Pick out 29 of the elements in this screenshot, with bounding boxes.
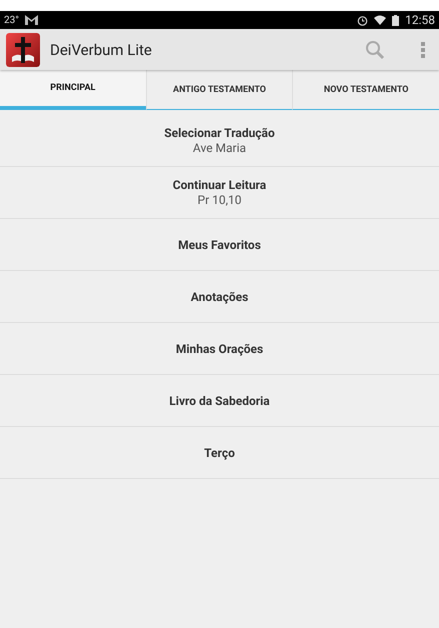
menu-item-subtitle: Pr 10,10 bbox=[198, 193, 242, 207]
menu-item-title: Continuar Leitura bbox=[172, 178, 266, 192]
menu-item[interactable]: Minhas Orações bbox=[0, 323, 439, 375]
temperature: 23° bbox=[4, 14, 19, 26]
mail-icon bbox=[24, 15, 38, 25]
app-logo[interactable] bbox=[6, 32, 40, 66]
tab[interactable]: PRINCIPAL bbox=[0, 70, 146, 110]
menu-item[interactable]: Continuar Leitura Pr 10,10 bbox=[0, 167, 439, 219]
menu-item-title: Anotações bbox=[190, 290, 248, 304]
menu-item[interactable]: Meus Favoritos bbox=[0, 219, 439, 271]
menu-item[interactable]: Livro da Sabedoria bbox=[0, 375, 439, 427]
menu-item[interactable]: Terço bbox=[0, 427, 439, 479]
battery-icon bbox=[392, 14, 400, 26]
menu-item[interactable]: Selecionar Tradução Ave Maria bbox=[0, 115, 439, 167]
search-icon bbox=[365, 40, 385, 60]
app-title: DeiVerbum Lite bbox=[50, 40, 153, 58]
clock: 12:58 bbox=[405, 13, 435, 27]
wifi-icon bbox=[374, 15, 386, 25]
tab[interactable]: NOVO TESTAMENTO bbox=[292, 70, 439, 110]
menu-item[interactable]: Anotações bbox=[0, 271, 439, 323]
menu-item-title: Terço bbox=[204, 446, 235, 460]
menu-item-title: Selecionar Tradução bbox=[164, 126, 275, 140]
menu-item-title: Minhas Orações bbox=[176, 342, 264, 356]
tab[interactable]: ANTIGO TESTAMENTO bbox=[146, 70, 292, 110]
menu-item-title: Livro da Sabedoria bbox=[169, 394, 270, 408]
alarm-icon bbox=[357, 14, 368, 26]
menu-item-title: Meus Favoritos bbox=[178, 238, 261, 252]
menu-item-subtitle: Ave Maria bbox=[192, 141, 246, 155]
more-icon bbox=[421, 42, 425, 58]
